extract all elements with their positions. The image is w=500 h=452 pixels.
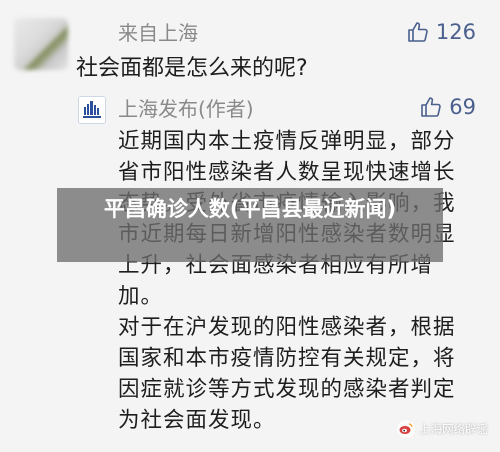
weibo-logo-icon	[397, 420, 415, 438]
user-avatar-blurred[interactable]	[14, 18, 68, 70]
reply-like-count: 69	[449, 95, 476, 119]
thumbs-up-icon	[421, 97, 442, 117]
top-comment-text: 社会面都是怎么来的呢?	[76, 56, 308, 81]
comment-screenshot: 来自上海 社会面都是怎么来的呢? 126 上海发布(作者) 69 近期国内本土疫…	[0, 0, 500, 452]
reply-like-button[interactable]: 69	[419, 95, 476, 119]
watermark: 上海网络辟谣	[397, 420, 488, 438]
publisher-avatar[interactable]	[78, 96, 106, 124]
top-comment-like-button[interactable]: 126	[406, 20, 476, 44]
top-comment-username[interactable]: 来自上海	[118, 20, 198, 46]
top-comment-like-count: 126	[435, 20, 476, 44]
headline-overlay: 平昌确诊人数(平昌县最近新闻)	[57, 188, 443, 262]
headline-title: 平昌确诊人数(平昌县最近新闻)	[103, 197, 397, 221]
shanghai-fabu-logo	[79, 97, 105, 123]
reply-body: 近期国内本土疫情反弹明显，部分省市阳性感染者人数呈现快速增长态势。受外省市疫情输…	[118, 126, 470, 436]
reply-paragraph-2: 对于在沪发现的阳性感染者，根据国家和本市疫情防控有关规定，将因症就诊等方式发现的…	[118, 315, 456, 433]
thumbs-up-icon	[408, 22, 428, 42]
watermark-text: 上海网络辟谣	[419, 422, 488, 436]
publisher-name[interactable]: 上海发布(作者)	[118, 96, 254, 122]
